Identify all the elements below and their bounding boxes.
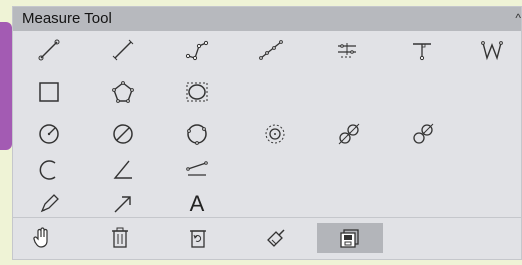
rectangle-icon[interactable] <box>33 79 65 105</box>
perpendicular-icon[interactable] <box>406 37 438 63</box>
collapse-icon[interactable]: ^ <box>515 11 521 25</box>
circle-tangent-alt-icon[interactable] <box>407 121 439 147</box>
pencil-icon[interactable] <box>33 191 65 217</box>
hand-icon[interactable] <box>19 223 65 253</box>
trash-icon[interactable] <box>97 223 143 253</box>
save-photo-icon[interactable] <box>317 223 383 253</box>
concentric-circle-icon[interactable] <box>259 121 291 147</box>
panel-title: Measure Tool <box>22 10 112 27</box>
point-to-point-icon[interactable] <box>33 37 65 63</box>
circle-tangent-icon[interactable] <box>333 121 365 147</box>
polyline-icon[interactable] <box>181 37 213 63</box>
arrow-icon[interactable] <box>107 191 139 217</box>
angle-icon[interactable] <box>107 157 139 183</box>
polygon-icon[interactable] <box>107 79 139 105</box>
ellipse-icon[interactable] <box>181 79 213 105</box>
measure-tool-panel: Measure Tool ^ A <box>12 6 522 260</box>
tool-grid: A <box>13 31 521 217</box>
text-tool-icon[interactable]: A <box>181 191 213 217</box>
panel-titlebar: Measure Tool ^ <box>13 7 521 31</box>
arc-icon[interactable] <box>33 157 65 183</box>
bottom-toolbar <box>13 218 521 259</box>
side-panel-tab[interactable] <box>0 22 12 150</box>
parallel-lines-icon[interactable] <box>331 37 363 63</box>
circle-diameter-icon[interactable] <box>33 121 65 147</box>
two-lines-angle-icon[interactable] <box>181 157 213 183</box>
multi-point-line-icon[interactable] <box>255 37 287 63</box>
brush-eraser-icon[interactable] <box>253 223 299 253</box>
circle-slash-icon[interactable] <box>107 121 139 147</box>
undo-delete-icon[interactable] <box>175 223 221 253</box>
line-icon[interactable] <box>107 37 139 63</box>
circle-three-point-icon[interactable] <box>181 121 213 147</box>
zigzag-icon[interactable] <box>476 37 508 63</box>
